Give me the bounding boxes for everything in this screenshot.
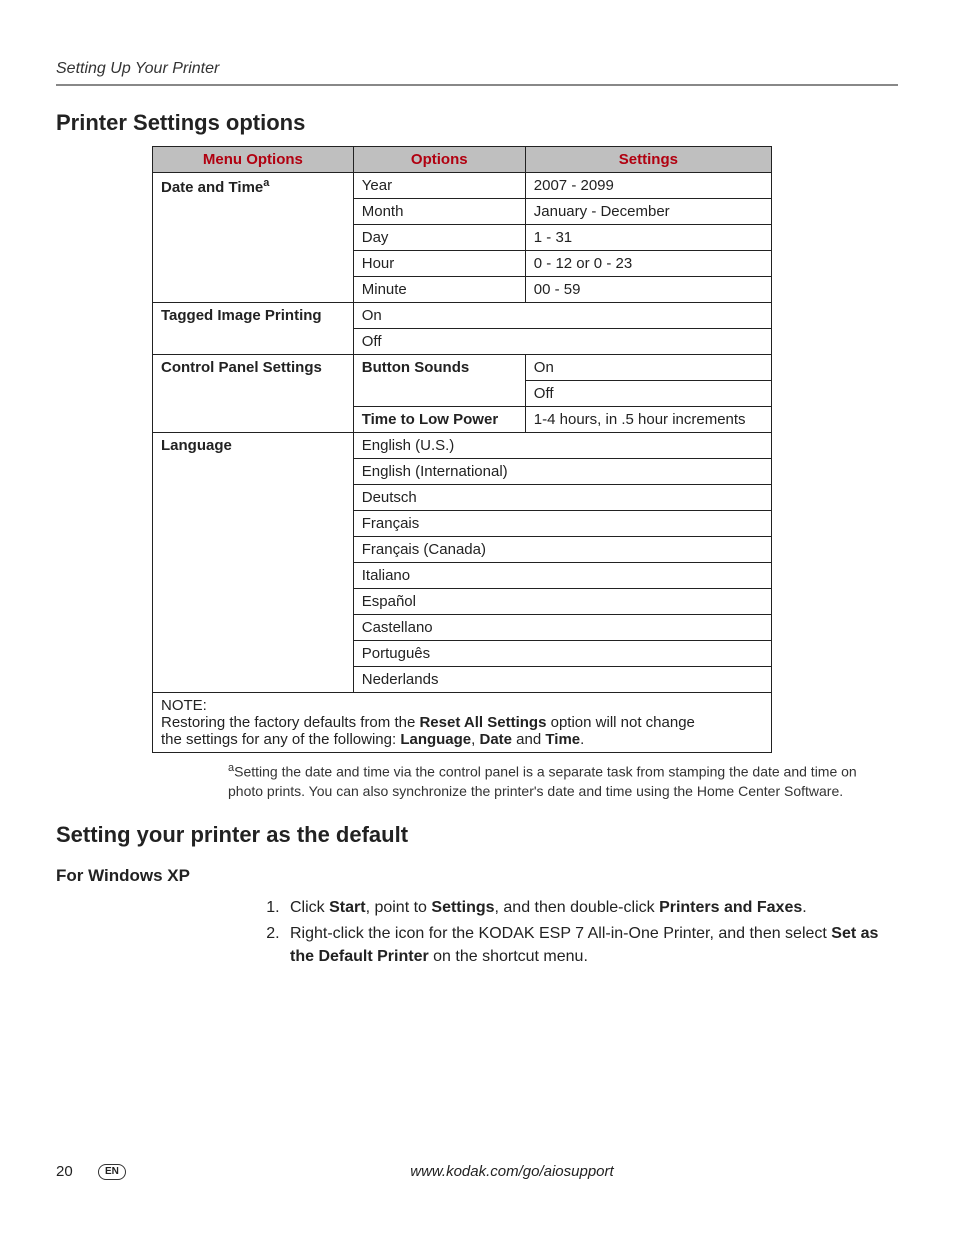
th-settings: Settings xyxy=(525,147,771,173)
menu-option-language: Language xyxy=(153,433,354,693)
option-cell: Day xyxy=(353,225,525,251)
section-printer-settings-options: Printer Settings options xyxy=(56,110,898,136)
table-row: Control Panel Settings Button Sounds On xyxy=(153,355,772,381)
list-item: Right-click the icon for the KODAK ESP 7… xyxy=(284,922,904,968)
menu-option-date-time: Date and Timea xyxy=(153,173,354,303)
setting-cell: 00 - 59 xyxy=(525,277,771,303)
option-cell: Français xyxy=(353,511,771,537)
setting-cell: On xyxy=(525,355,771,381)
option-cell: English (U.S.) xyxy=(353,433,771,459)
language-badge: EN xyxy=(98,1164,126,1180)
page-footer: 20 EN www.kodak.com/go/aiosupport xyxy=(56,1163,898,1180)
option-cell: On xyxy=(353,303,771,329)
option-cell: Year xyxy=(353,173,525,199)
option-cell: Italiano xyxy=(353,563,771,589)
option-cell: Hour xyxy=(353,251,525,277)
setting-cell: 1 - 31 xyxy=(525,225,771,251)
option-cell: Français (Canada) xyxy=(353,537,771,563)
setting-cell: January - December xyxy=(525,199,771,225)
setting-cell: 2007 - 2099 xyxy=(525,173,771,199)
option-cell: Month xyxy=(353,199,525,225)
page-number: 20 xyxy=(56,1163,96,1180)
list-item: Click Start, point to Settings, and then… xyxy=(284,896,904,919)
printer-settings-table: Menu Options Options Settings Date and T… xyxy=(152,146,772,753)
option-cell: Off xyxy=(353,329,771,355)
section-default-printer: Setting your printer as the default xyxy=(56,822,898,848)
table-row: Language English (U.S.) xyxy=(153,433,772,459)
heading-windows-xp: For Windows XP xyxy=(56,866,898,886)
footnote-text: Setting the date and time via the contro… xyxy=(228,764,857,799)
th-menu-options: Menu Options xyxy=(153,147,354,173)
footer-url: www.kodak.com/go/aiosupport xyxy=(126,1163,898,1180)
setting-cell: 1-4 hours, in .5 hour increments xyxy=(525,407,771,433)
table-note-row: NOTE: Restoring the factory defaults fro… xyxy=(153,693,772,753)
steps-list: Click Start, point to Settings, and then… xyxy=(284,896,904,968)
option-cell: English (International) xyxy=(353,459,771,485)
option-cell: Português xyxy=(353,641,771,667)
option-button-sounds: Button Sounds xyxy=(353,355,525,407)
table-row: Date and Timea Year 2007 - 2099 xyxy=(153,173,772,199)
footnote: aSetting the date and time via the contr… xyxy=(228,761,868,800)
option-cell: Castellano xyxy=(353,615,771,641)
table-row: Tagged Image Printing On xyxy=(153,303,772,329)
menu-option-cps: Control Panel Settings xyxy=(153,355,354,433)
setting-cell: 0 - 12 or 0 - 23 xyxy=(525,251,771,277)
th-options: Options xyxy=(353,147,525,173)
option-cell: Nederlands xyxy=(353,667,771,693)
running-head: Setting Up Your Printer xyxy=(56,60,898,86)
option-cell: Deutsch xyxy=(353,485,771,511)
note-body: Restoring the factory defaults from the … xyxy=(161,714,705,748)
option-cell: Minute xyxy=(353,277,525,303)
note-label: NOTE: xyxy=(161,697,215,714)
option-time-low-power: Time to Low Power xyxy=(353,407,525,433)
setting-cell: Off xyxy=(525,381,771,407)
option-cell: Español xyxy=(353,589,771,615)
menu-option-tagged: Tagged Image Printing xyxy=(153,303,354,355)
